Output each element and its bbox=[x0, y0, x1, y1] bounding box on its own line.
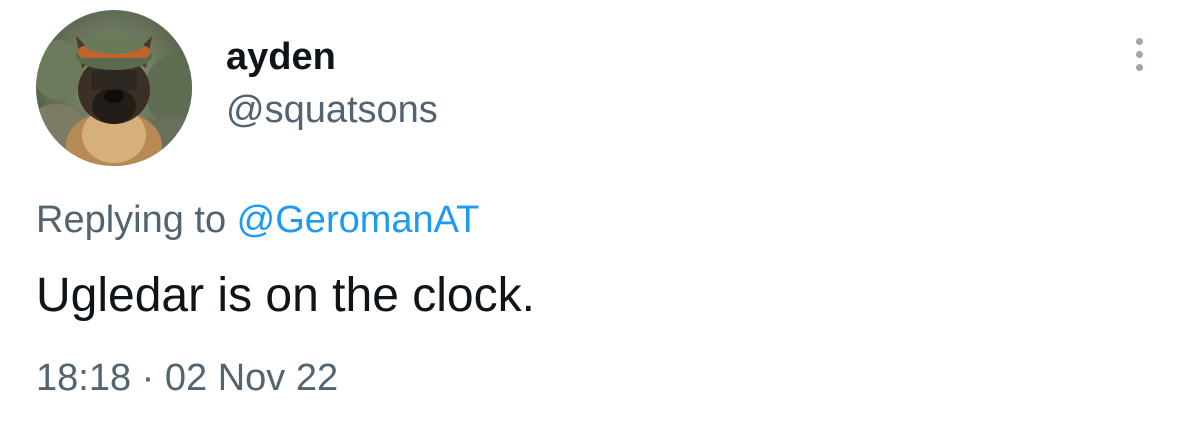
more-vertical-icon-dot bbox=[1136, 51, 1143, 58]
timestamp-separator: · bbox=[131, 357, 165, 399]
tweet-text: Ugledar is on the clock. bbox=[36, 269, 535, 322]
tweet-date: 02 Nov 22 bbox=[164, 357, 339, 399]
timestamp[interactable]: 18:18 · 02 Nov 22 bbox=[36, 355, 338, 401]
more-options-button[interactable] bbox=[1118, 30, 1162, 76]
replying-to-line: Replying to @GeromanAT bbox=[36, 197, 479, 243]
replying-to-label: Replying to bbox=[36, 199, 237, 241]
reply-mention-link[interactable]: @GeromanAT bbox=[237, 199, 480, 241]
display-name[interactable]: ayden bbox=[226, 35, 336, 79]
tweet-card: ayden @squatsons Replying to @GeromanAT … bbox=[0, 0, 1200, 426]
tweet-time: 18:18 bbox=[36, 357, 132, 399]
avatar[interactable] bbox=[36, 10, 192, 166]
more-vertical-icon-dot bbox=[1136, 64, 1143, 71]
dog-avatar-icon bbox=[36, 10, 192, 166]
user-handle[interactable]: @squatsons bbox=[226, 88, 438, 132]
more-vertical-icon bbox=[1136, 38, 1143, 45]
